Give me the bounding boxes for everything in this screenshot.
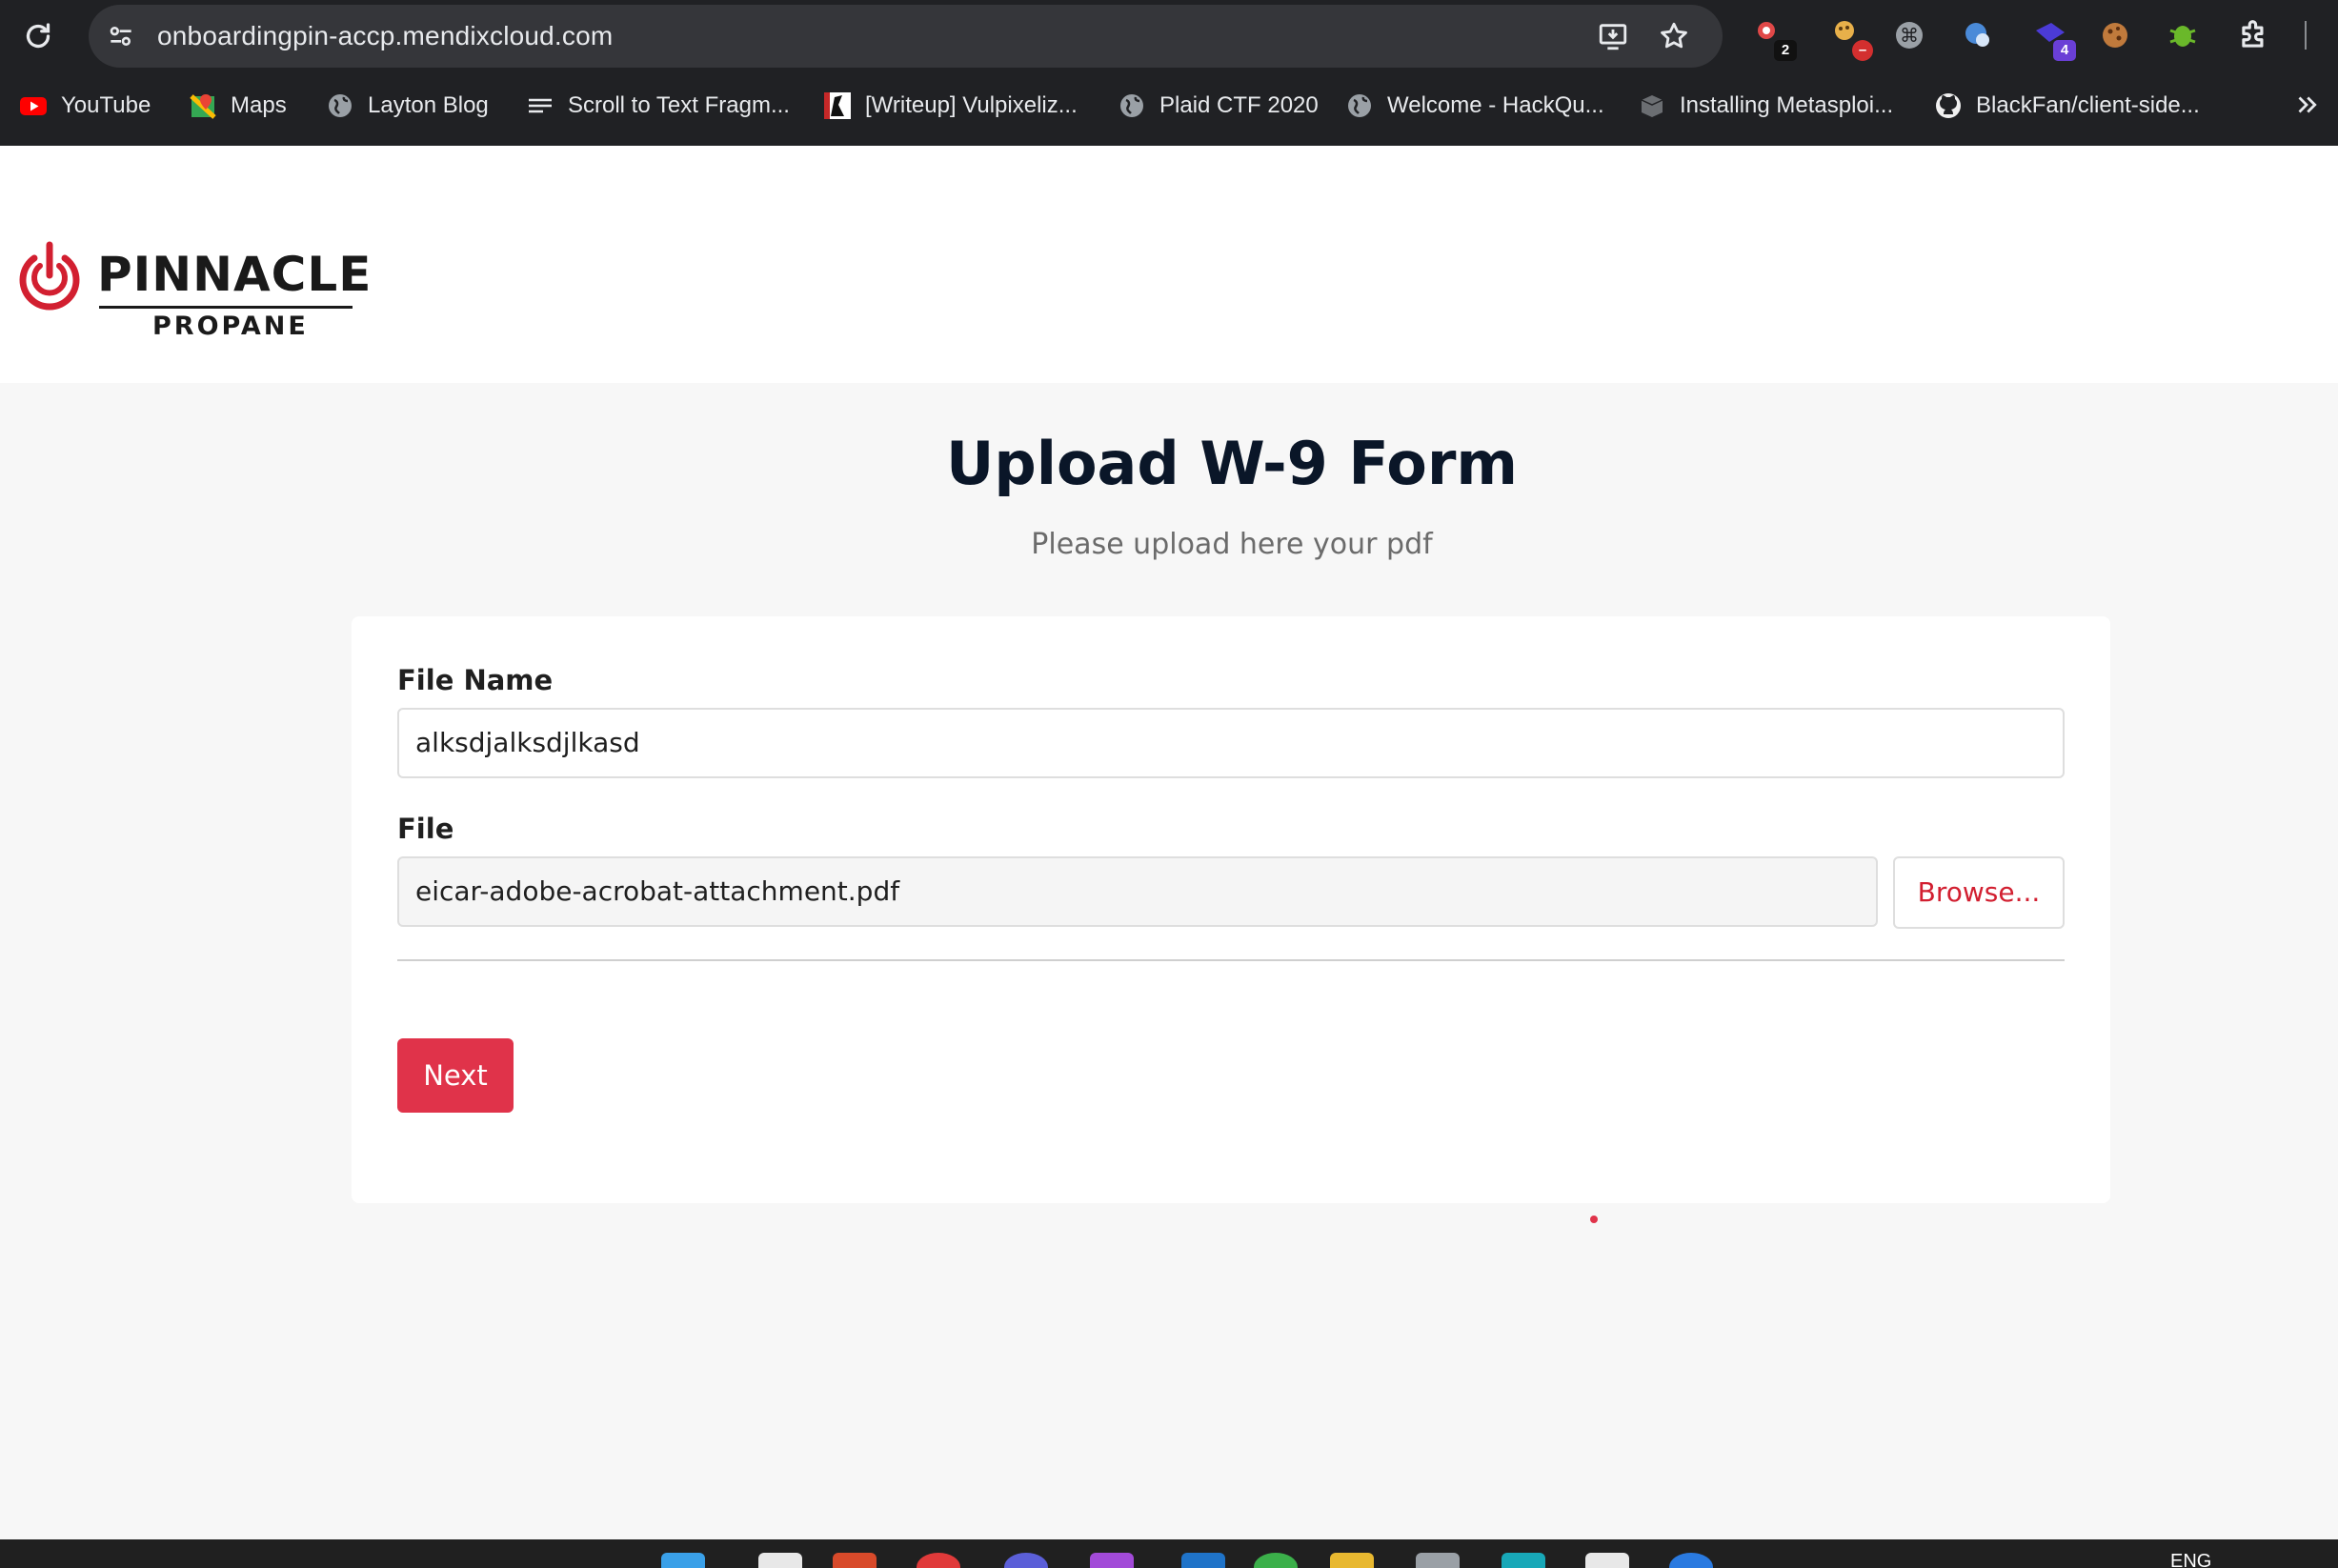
bookmark-label: Plaid CTF 2020 <box>1159 92 1319 118</box>
globe-icon <box>1120 94 1143 117</box>
bookmark-label: YouTube <box>61 92 151 118</box>
bookmark-label: BlackFan/client-side... <box>1976 92 2200 118</box>
loading-dot <box>1590 1216 1598 1223</box>
file-name-label: File Name <box>397 664 554 696</box>
svg-text:⌘: ⌘ <box>1900 24 1919 47</box>
install-app-icon[interactable] <box>1597 20 1629 52</box>
file-path-field[interactable]: eicar-adobe-acrobat-attachment.pdf <box>397 856 1878 927</box>
taskbar-app-icon[interactable] <box>1090 1553 1134 1568</box>
cookie-icon[interactable] <box>2097 17 2133 53</box>
bookmark-label: Layton Blog <box>368 92 489 118</box>
bookmark-plaid-ctf[interactable]: Plaid CTF 2020 <box>1118 85 1319 127</box>
taskbar-app-icon[interactable] <box>1330 1553 1374 1568</box>
upload-form-card: File Name alksdjalksdjlkasd File eicar-a… <box>352 616 2110 1203</box>
main-content: Upload W-9 Form Please upload here your … <box>0 383 2338 1539</box>
site-info-icon[interactable] <box>106 21 136 51</box>
text-lines-icon <box>529 98 552 113</box>
language-indicator[interactable]: ENG <box>2170 1551 2211 1568</box>
bookmark-label: Maps <box>231 92 287 118</box>
bookmark-star-icon[interactable] <box>1658 20 1690 52</box>
globe-icon <box>329 94 352 117</box>
form-divider <box>397 959 2065 961</box>
extension-3-icon[interactable]: ⌘ <box>1891 17 1927 53</box>
extension-1-badge: 2 <box>1774 40 1797 61</box>
youtube-icon <box>20 97 47 115</box>
url-text[interactable]: onboardingpin-accp.mendixcloud.com <box>157 21 613 51</box>
bookmarks-bar: YouTube Maps Layton Blog Scroll to Text … <box>0 85 2338 127</box>
brand-name: PINNACLE <box>97 247 373 302</box>
extension-5-icon[interactable]: 4 <box>2032 17 2076 61</box>
bookmark-layton-blog[interactable]: Layton Blog <box>326 85 489 127</box>
taskbar-app-icon[interactable] <box>1004 1553 1048 1568</box>
writeup-icon <box>824 92 851 119</box>
file-name-input[interactable]: alksdjalksdjlkasd <box>397 708 2065 778</box>
taskbar-app-icon[interactable] <box>758 1553 802 1568</box>
toolbar-divider <box>2305 21 2307 50</box>
extension-4-icon[interactable] <box>1960 17 1996 53</box>
taskbar-app-icon[interactable] <box>1585 1553 1629 1568</box>
extension-1-icon[interactable]: 2 <box>1753 17 1797 61</box>
start-icon[interactable] <box>661 1553 705 1568</box>
pinnacle-propane-logo[interactable]: PINNACLE PROPANE <box>15 241 371 346</box>
bookmark-label: Installing Metasploi... <box>1680 92 1894 118</box>
page-subtitle: Please upload here your pdf <box>1031 528 1433 561</box>
browse-button[interactable]: Browse... <box>1893 856 2065 929</box>
bookmark-youtube[interactable]: YouTube <box>19 85 151 127</box>
bookmark-scroll-to-text[interactable]: Scroll to Text Fragm... <box>526 85 790 127</box>
bookmark-label: [Writeup] Vulpixeliz... <box>865 92 1078 118</box>
extensions-puzzle-icon[interactable] <box>2236 17 2272 53</box>
taskbar-app-icon[interactable] <box>1181 1553 1225 1568</box>
bookmark-writeup[interactable]: [Writeup] Vulpixeliz... <box>823 85 1078 127</box>
address-bar[interactable]: onboardingpin-accp.mendixcloud.com <box>89 5 1723 68</box>
taskbar-app-icon[interactable] <box>917 1553 960 1568</box>
bookmark-metasploit[interactable]: Installing Metasploi... <box>1638 85 1893 127</box>
maps-icon <box>190 94 216 119</box>
taskbar-app-icon[interactable] <box>1254 1553 1298 1568</box>
bookmark-label: Scroll to Text Fragm... <box>568 92 790 118</box>
globe-icon <box>1348 94 1371 117</box>
windows-taskbar: ENG <box>0 1539 2338 1568</box>
next-button[interactable]: Next <box>397 1038 514 1113</box>
brand-subtitle: PROPANE <box>152 312 309 341</box>
file-label: File <box>397 813 454 845</box>
bookmark-hackquest[interactable]: Welcome - HackQu... <box>1345 85 1604 127</box>
reload-icon[interactable] <box>21 19 55 53</box>
page-title: Upload W-9 Form <box>945 429 1519 498</box>
site-header: PINNACLE PROPANE <box>0 146 2338 383</box>
box-icon <box>1641 95 1663 117</box>
bug-icon[interactable] <box>2165 17 2201 53</box>
extension-5-badge: 4 <box>2053 40 2076 61</box>
browser-toolbar: onboardingpin-accp.mendixcloud.com 2 – ⌘… <box>0 0 2338 146</box>
taskbar-app-icon[interactable] <box>1416 1553 1460 1568</box>
taskbar-app-icon[interactable] <box>1502 1553 1545 1568</box>
bookmark-label: Welcome - HackQu... <box>1387 92 1604 118</box>
blocked-badge-icon: – <box>1852 40 1873 61</box>
more-bookmarks-icon[interactable] <box>2292 90 2321 119</box>
power-logo-icon <box>19 241 80 311</box>
bookmark-maps[interactable]: Maps <box>189 85 287 127</box>
extension-2-icon[interactable]: – <box>1829 17 1873 61</box>
taskbar-app-icon[interactable] <box>1669 1553 1713 1568</box>
github-icon <box>1936 93 1961 118</box>
logo-rule <box>99 306 353 309</box>
taskbar-app-icon[interactable] <box>833 1553 877 1568</box>
bookmark-blackfan[interactable]: BlackFan/client-side... <box>1934 85 2200 127</box>
